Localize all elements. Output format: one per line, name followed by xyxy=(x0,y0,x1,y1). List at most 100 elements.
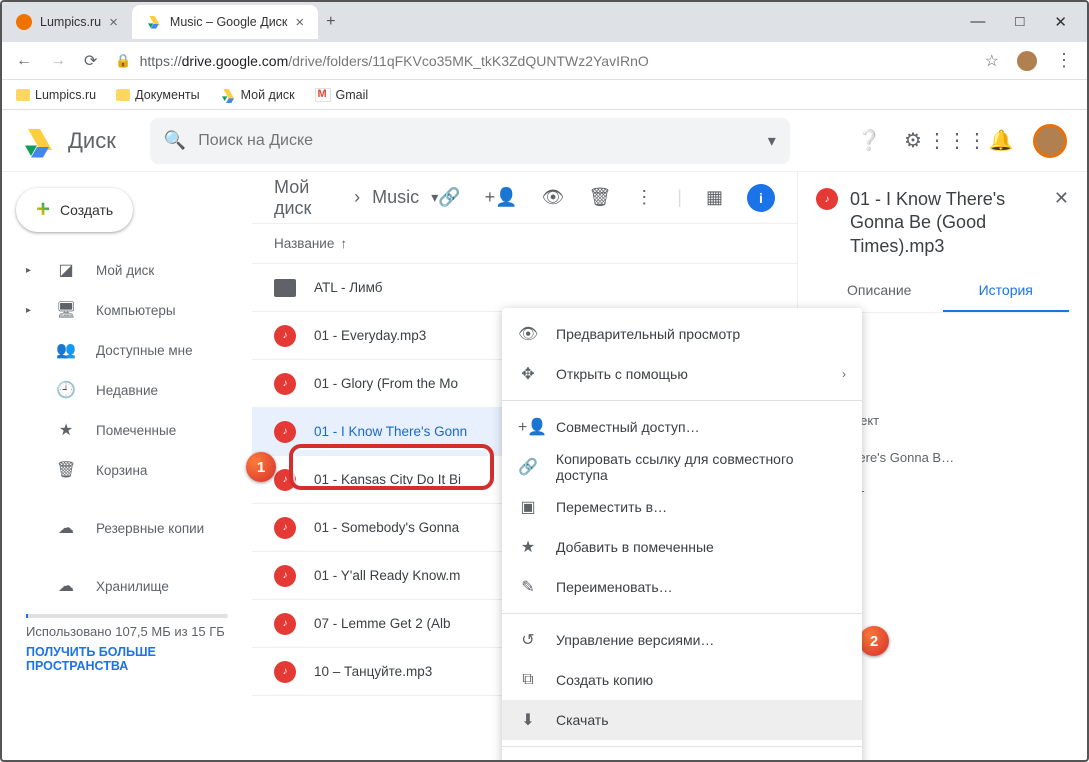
copy-icon: ⧉ xyxy=(518,671,538,689)
ctx-rename[interactable]: ✎Переименовать… xyxy=(502,567,862,607)
maximize-button[interactable]: □ xyxy=(1015,13,1024,31)
search-input[interactable] xyxy=(198,132,768,150)
bookmark-lumpics[interactable]: Lumpics.ru xyxy=(16,88,96,102)
storage-usage-text: Использовано 107,5 МБ из 15 ГБ xyxy=(26,624,228,639)
reload-button[interactable]: ⟳ xyxy=(84,51,97,71)
sidebar: + Создать ▸◪Мой диск ▸🖥Компьютеры 👥Досту… xyxy=(2,172,252,760)
ctx-copy[interactable]: ⧉Создать копию xyxy=(502,660,862,700)
minimize-button[interactable]: — xyxy=(970,13,985,31)
tab-lumpics[interactable]: Lumpics.ru × xyxy=(2,5,132,39)
ctx-delete[interactable]: 🗑Удалить xyxy=(502,753,862,762)
folder-icon xyxy=(116,89,130,101)
ctx-share[interactable]: +👤Совместный доступ… xyxy=(502,407,862,447)
forward-button[interactable]: → xyxy=(50,52,66,70)
cloud-icon: ☁ xyxy=(56,518,76,538)
file-row-folder[interactable]: АТL - Лимб xyxy=(252,264,797,312)
trash-icon[interactable]: 🗑 xyxy=(588,187,611,208)
ctx-get-link[interactable]: 🔗Копировать ссылку для совместного досту… xyxy=(502,447,862,487)
notifications-icon[interactable]: 🔔 xyxy=(989,128,1013,153)
get-more-storage-link[interactable]: ПОЛУЧИТЬ БОЛЬШЕ ПРОСТРАНСТВА xyxy=(26,645,228,673)
audio-icon: ♪ xyxy=(274,613,296,635)
search-dropdown-icon[interactable]: ▾ xyxy=(768,131,776,151)
toolbar-actions: 🔗 +👤 👁 🗑 ⋮ | ▦ i xyxy=(438,184,775,212)
bookmark-mydrive[interactable]: Мой диск xyxy=(220,87,295,103)
clock-icon: 🕘 xyxy=(56,380,76,400)
sidebar-item-starred[interactable]: ★Помеченные xyxy=(2,410,252,450)
audio-icon: ♪ xyxy=(274,661,296,683)
address-bar: ← → ⟳ 🔒 https://drive.google.com/drive/f… xyxy=(2,42,1087,80)
search-box[interactable]: 🔍 ▾ xyxy=(150,118,790,164)
sidebar-item-mydrive[interactable]: ▸◪Мой диск xyxy=(2,250,252,290)
get-link-icon[interactable]: 🔗 xyxy=(438,187,460,208)
window-controls: — □ ✕ xyxy=(970,13,1077,31)
apps-grid-icon[interactable]: ⋮⋮⋮ xyxy=(945,128,969,153)
ctx-versions[interactable]: ↺Управление версиями… xyxy=(502,620,862,660)
ctx-download[interactable]: ⬇Скачать xyxy=(502,700,862,740)
lock-icon: 🔒 xyxy=(115,53,131,69)
ctx-preview[interactable]: 👁Предварительный просмотр xyxy=(502,314,862,354)
sidebar-item-storage[interactable]: ☁Хранилище xyxy=(2,566,252,606)
sidebar-item-backups[interactable]: ☁Резервные копии xyxy=(2,508,252,548)
close-icon[interactable]: ✕ xyxy=(1054,188,1069,209)
help-icon[interactable]: ❔ xyxy=(857,128,881,153)
column-header-name[interactable]: Название ↑ xyxy=(252,224,797,264)
tab-drive[interactable]: Music – Google Диск × xyxy=(132,5,318,39)
link-icon: 🔗 xyxy=(518,457,538,477)
drive-logo[interactable]: Диск xyxy=(22,123,116,159)
history-icon: ↺ xyxy=(518,630,538,650)
sidebar-item-recent[interactable]: 🕘Недавние xyxy=(2,370,252,410)
sidebar-item-trash[interactable]: 🗑Корзина xyxy=(2,450,252,490)
people-icon: 👥 xyxy=(56,340,76,360)
ctx-move[interactable]: ▣Переместить в… xyxy=(502,487,862,527)
computer-icon: 🖥 xyxy=(56,300,76,320)
tab-history[interactable]: История xyxy=(943,282,1070,312)
bookmarks-bar: Lumpics.ru Документы Мой диск Gmail xyxy=(2,80,1087,110)
more-icon[interactable]: ⋮ xyxy=(635,187,653,208)
eye-icon: 👁 xyxy=(518,324,538,344)
audio-icon: ♪ xyxy=(274,517,296,539)
ctx-star[interactable]: ★Добавить в помеченные xyxy=(502,527,862,567)
folder-icon xyxy=(16,89,30,101)
create-button[interactable]: + Создать xyxy=(16,188,133,232)
browser-menu-button[interactable]: ⋮ xyxy=(1055,50,1073,71)
drive-icon xyxy=(220,87,236,103)
storage-bar xyxy=(26,614,228,618)
sidebar-item-shared[interactable]: 👥Доступные мне xyxy=(2,330,252,370)
star-icon: ★ xyxy=(518,537,538,557)
context-menu: 👁Предварительный просмотр ✥Открыть с пом… xyxy=(502,308,862,762)
preview-icon[interactable]: 👁 xyxy=(542,187,565,208)
breadcrumb-root[interactable]: Мой диск xyxy=(274,177,342,219)
audio-icon: ♪ xyxy=(274,373,296,395)
breadcrumb-folder[interactable]: Music▾ xyxy=(372,187,438,208)
sidebar-item-computers[interactable]: ▸🖥Компьютеры xyxy=(2,290,252,330)
audio-icon: ♪ xyxy=(816,188,838,210)
profile-avatar-small[interactable] xyxy=(1017,51,1037,71)
plus-icon: + xyxy=(36,196,50,224)
search-icon: 🔍 xyxy=(164,130,186,151)
bookmark-star-icon[interactable]: ☆ xyxy=(985,51,999,71)
breadcrumb: Мой диск › Music▾ xyxy=(274,177,438,219)
close-icon[interactable]: × xyxy=(109,14,118,31)
url-field[interactable]: 🔒 https://drive.google.com/drive/folders… xyxy=(115,53,966,69)
tab-title: Music – Google Диск xyxy=(170,15,288,29)
new-tab-button[interactable]: + xyxy=(326,13,335,31)
pencil-icon: ✎ xyxy=(518,577,538,597)
gear-icon[interactable]: ⚙ xyxy=(901,128,925,153)
bookmark-documents[interactable]: Документы xyxy=(116,88,199,102)
gmail-icon xyxy=(315,88,331,102)
create-label: Создать xyxy=(60,202,113,218)
account-avatar[interactable] xyxy=(1033,124,1067,158)
ctx-openwith[interactable]: ✥Открыть с помощью› xyxy=(502,354,862,394)
grid-view-icon[interactable]: ▦ xyxy=(706,187,723,208)
details-toggle-icon[interactable]: i xyxy=(747,184,775,212)
audio-icon: ♪ xyxy=(274,325,296,347)
annotation-badge-1: 1 xyxy=(246,452,276,482)
back-button[interactable]: ← xyxy=(16,52,32,70)
browser-tabstrip: Lumpics.ru × Music – Google Диск × + — □… xyxy=(2,2,1087,42)
close-window-button[interactable]: ✕ xyxy=(1054,13,1067,31)
share-icon[interactable]: +👤 xyxy=(485,187,518,208)
close-icon[interactable]: × xyxy=(295,14,304,31)
toolbar: Мой диск › Music▾ 🔗 +👤 👁 🗑 ⋮ | ▦ xyxy=(252,172,797,224)
bookmark-gmail[interactable]: Gmail xyxy=(315,88,369,102)
download-icon: ⬇ xyxy=(518,710,538,730)
